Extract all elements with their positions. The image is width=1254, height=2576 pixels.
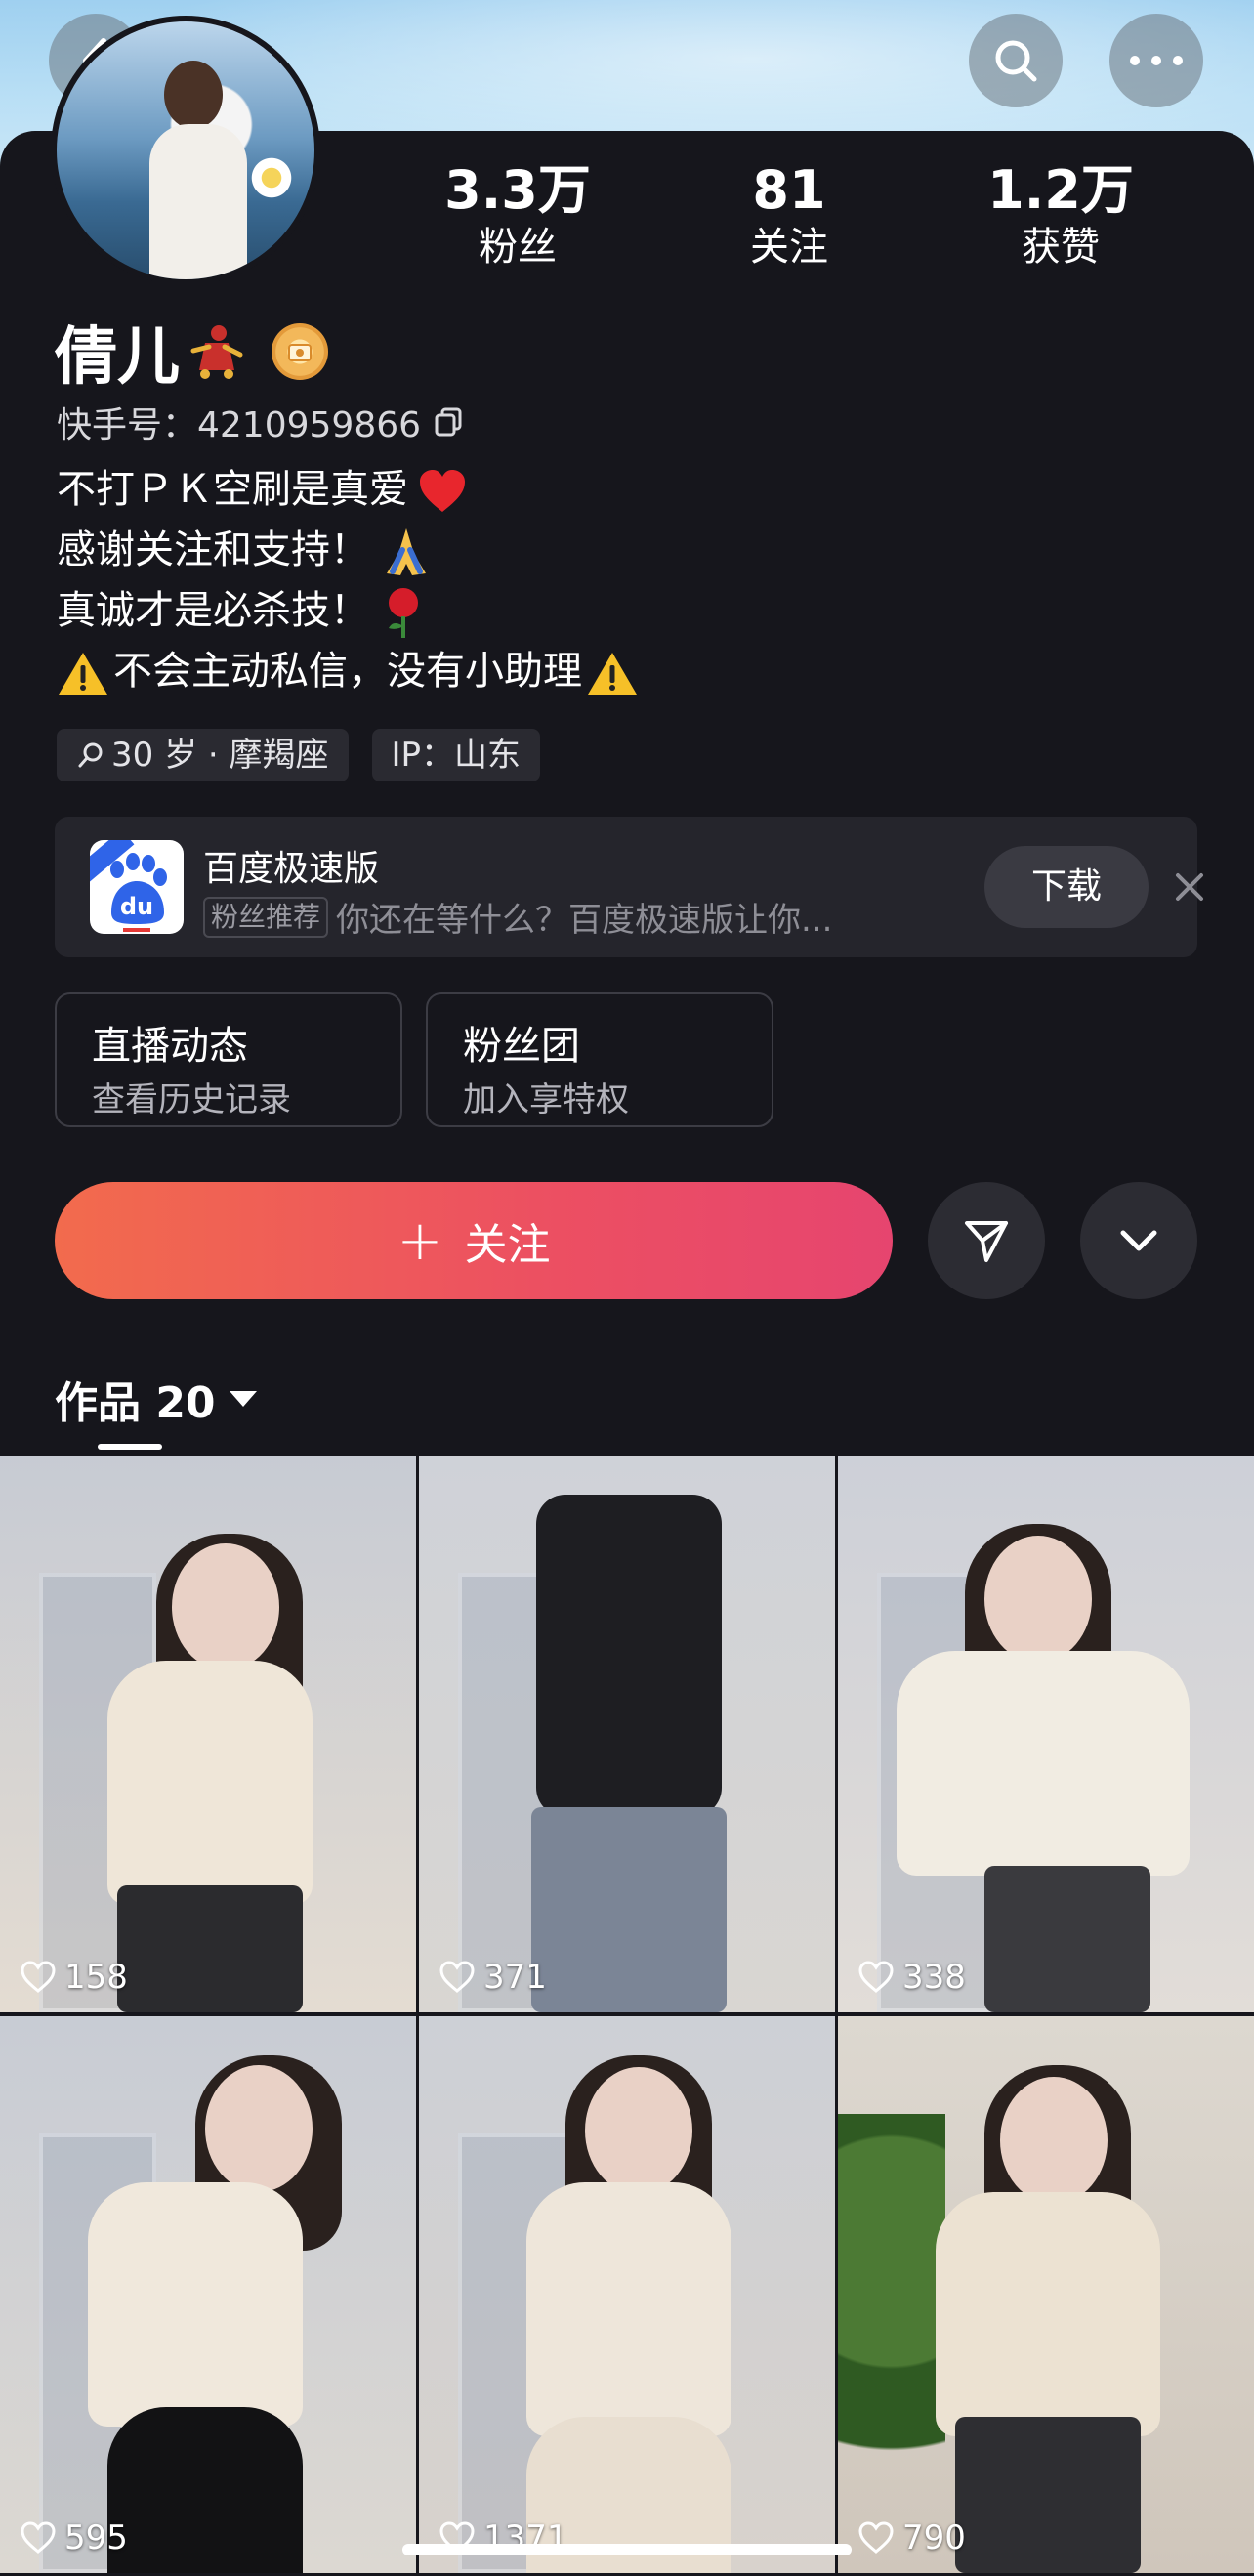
ad-subtitle: 粉丝推荐 你还在等什么？百度极速版让你... (203, 893, 832, 941)
video-thumbnail[interactable]: 595 (0, 2016, 416, 2573)
warning-emoji-icon (588, 653, 637, 695)
search-icon (995, 40, 1037, 82)
stat-fans[interactable]: 3.3万 粉丝 (410, 158, 625, 272)
pray-emoji-icon (387, 528, 426, 575)
video-thumbnail[interactable]: 371 (419, 1456, 835, 2012)
user-id-text: 快手号：4210959866 (57, 405, 422, 445)
home-indicator (402, 2544, 852, 2555)
profile-tags: 30 岁 · 摩羯座 IP：山东 (57, 729, 541, 781)
chevron-down-icon (1120, 1230, 1157, 1251)
stat-value: 1.2万 (987, 159, 1134, 221)
ad-text: 你还在等什么？百度极速版让你... (336, 901, 833, 940)
heart-icon (439, 1961, 475, 1993)
stat-likes[interactable]: 1.2万 获赞 (953, 158, 1168, 272)
expand-button[interactable] (1080, 1182, 1197, 1299)
box-subtitle: 加入享特权 (463, 1080, 629, 1119)
box-title: 直播动态 (92, 1024, 248, 1069)
tab-works[interactable]: 作品 20 (55, 1368, 257, 1430)
follow-label: 关注 (464, 1220, 551, 1270)
heart-icon (858, 1961, 894, 1993)
like-count: 790 (857, 2518, 966, 2557)
zodiac-icon (186, 321, 246, 382)
ad-banner[interactable]: du 百度极速版 粉丝推荐 你还在等什么？百度极速版让你... 下载 (55, 817, 1203, 957)
box-title: 粉丝团 (463, 1024, 580, 1069)
baidu-logo-icon: du (90, 840, 184, 934)
video-thumbnail[interactable]: 790 (838, 2016, 1254, 2573)
live-history-box[interactable]: 直播动态 查看历史记录 (55, 992, 402, 1127)
share-button[interactable] (928, 1182, 1045, 1299)
tag-ip: IP：山东 (371, 729, 541, 781)
ad-title: 百度极速版 (203, 849, 380, 889)
bio: 不打ＰＫ空刷是真爱 感谢关注和支持！ 真诚才是必杀技！ 不会主动私信，没有小助理 (57, 459, 639, 701)
download-button[interactable]: 下载 (984, 846, 1149, 928)
search-small-icon (78, 742, 103, 768)
video-thumbnail[interactable]: 1371 (419, 2016, 835, 2573)
bio-line: 不打ＰＫ空刷是真爱 (57, 459, 639, 520)
heart-icon (21, 1961, 56, 1993)
svg-text:du: du (120, 893, 153, 920)
heart-emoji-icon (420, 470, 465, 512)
fan-club-box[interactable]: 粉丝团 加入享特权 (426, 992, 773, 1127)
more-dots-icon (1130, 56, 1183, 65)
caret-down-icon (229, 1391, 257, 1407)
search-button[interactable] (969, 14, 1063, 107)
stat-label: 获赞 (1022, 225, 1100, 270)
tab-underline (98, 1444, 162, 1450)
user-name: 倩儿 (55, 321, 180, 394)
heart-icon (21, 2521, 56, 2554)
profile-page: 3.3万 粉丝 81 关注 1.2万 获赞 倩儿 快手号：4210959866 … (0, 0, 1254, 2576)
warning-emoji-icon (59, 653, 107, 695)
tag-age[interactable]: 30 岁 · 摩羯座 (57, 729, 349, 781)
follow-button[interactable]: + 关注 (55, 1182, 893, 1299)
user-id: 快手号：4210959866 (57, 397, 466, 447)
works-label: 作品 20 (55, 1378, 216, 1428)
rose-emoji-icon (389, 588, 418, 638)
works-grid: 158 371 338 595 1371 790 (0, 1456, 1254, 2576)
stat-following[interactable]: 81 关注 (682, 158, 897, 272)
heart-icon (858, 2521, 894, 2554)
avatar[interactable] (51, 16, 320, 285)
like-count: 595 (20, 2518, 128, 2557)
like-count: 158 (20, 1958, 128, 1997)
video-thumbnail[interactable]: 158 (0, 1456, 416, 2012)
bio-line: 真诚才是必杀技！ (57, 580, 639, 641)
box-subtitle: 查看历史记录 (92, 1080, 291, 1119)
bio-line: 感谢关注和支持！ (57, 520, 639, 580)
close-icon[interactable] (1170, 867, 1209, 907)
more-button[interactable] (1109, 14, 1203, 107)
copy-icon[interactable] (433, 405, 466, 439)
stat-label: 关注 (750, 225, 828, 270)
name-row: 倩儿 (55, 313, 328, 394)
ad-tag: 粉丝推荐 (203, 896, 329, 938)
stat-label: 粉丝 (479, 225, 557, 270)
plus-icon: + (397, 1208, 443, 1273)
bio-line: 不会主动私信，没有小助理 (57, 641, 639, 701)
like-count: 338 (857, 1958, 966, 1997)
stat-value: 3.3万 (444, 159, 591, 221)
like-count: 371 (439, 1958, 547, 1997)
stat-value: 81 (752, 159, 826, 221)
level-badge-icon[interactable] (272, 323, 328, 380)
video-thumbnail[interactable]: 338 (838, 1456, 1254, 2012)
send-icon (965, 1221, 1008, 1262)
